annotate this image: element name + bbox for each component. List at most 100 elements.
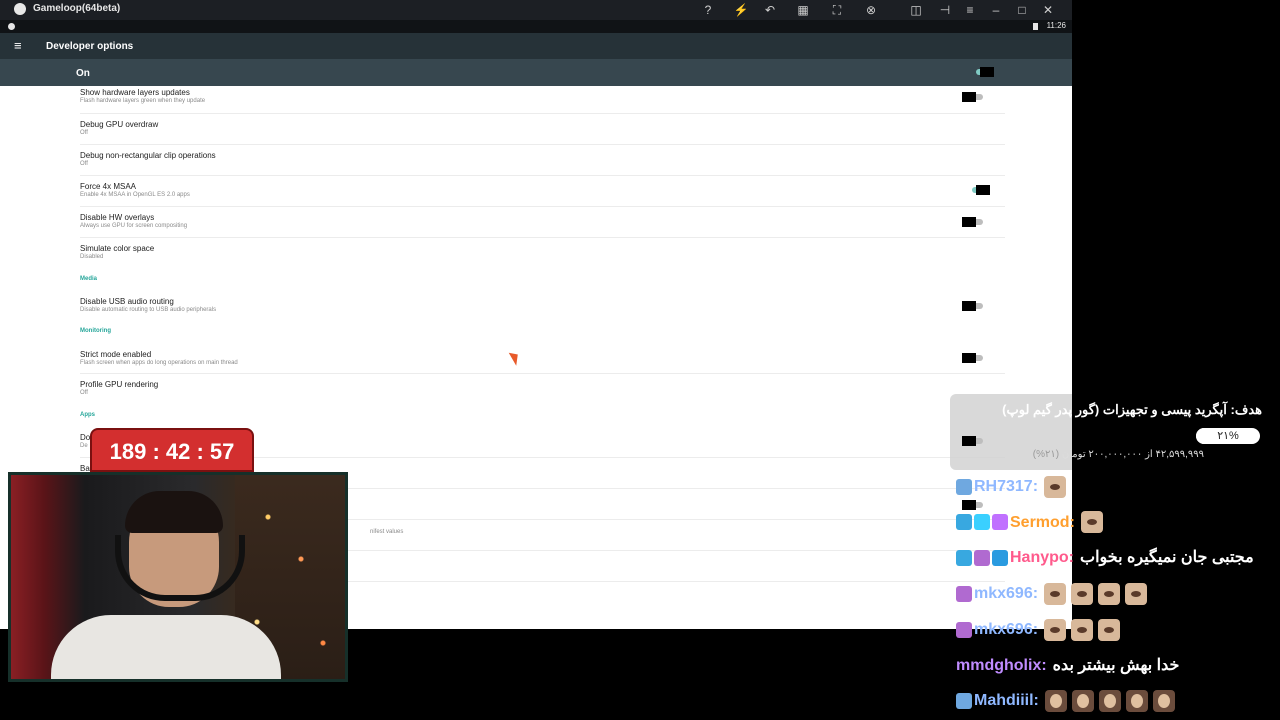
toggle-switch[interactable]: [968, 185, 990, 195]
maximize-icon[interactable]: □: [1014, 2, 1030, 18]
fullscreen-icon[interactable]: ⛶: [829, 2, 845, 18]
timer-text: 189 : 42 : 57: [100, 436, 244, 468]
page-title: Developer options: [46, 41, 134, 52]
chat-message: mkx696:: [956, 617, 1125, 643]
cat-emote-icon: [1098, 618, 1121, 641]
goal-amount: ۴۲,۵۹۹,۹۹۹ از ۲۰۰,۰۰۰,۰۰۰ تومان (۲۱%): [1033, 449, 1204, 460]
emulator-title-bar: Gameloop(64beta) ? ⚡ ↶ ▦ ⛶ ⊗ ◫ ⊣ ≡ – □ ✕: [0, 0, 1072, 20]
notification-dot-icon: [8, 23, 15, 30]
status-clock: 11:26: [1046, 21, 1066, 30]
goal-amount-percent: (۲۱%): [1032, 449, 1060, 460]
toggle-switch[interactable]: [962, 353, 984, 363]
cat-emote-icon: [1080, 511, 1103, 534]
setting-title: Debug GPU overdraw: [80, 120, 159, 129]
setting-row-debug-clip[interactable]: Debug non-rectangular clip operations Of…: [80, 145, 1005, 176]
master-toggle-switch[interactable]: [972, 67, 996, 77]
setting-subtitle: Flash hardware layers green when they up…: [80, 98, 206, 104]
setting-row-force-msaa[interactable]: Force 4x MSAA Enable 4x MSAA in OpenGL E…: [80, 176, 1005, 207]
chat-badge-icon: [974, 550, 990, 567]
category-monitoring: Monitoring: [80, 328, 111, 334]
setting-row-disable-hw-overlays[interactable]: Disable HW overlays Always use GPU for s…: [80, 207, 1005, 238]
chat-badge-icon: [992, 550, 1008, 567]
setting-title: Disable USB audio routing: [80, 297, 174, 306]
chat-badge-icon: [956, 692, 972, 709]
face-emote-icon: [1071, 689, 1094, 712]
category-media: Media: [80, 276, 98, 282]
cat-emote-icon: [1044, 582, 1067, 605]
toggle-switch: [962, 436, 984, 446]
developer-options-master-row[interactable]: On: [0, 59, 1072, 86]
setting-title: Profile GPU rendering: [80, 380, 159, 389]
help-icon[interactable]: ?: [700, 2, 716, 18]
minimize-icon[interactable]: –: [988, 2, 1004, 18]
setting-subtitle: Flash screen when apps do long operation…: [80, 360, 238, 366]
streamer-shirt: [51, 615, 281, 679]
chat-message: mkx696:: [956, 581, 1152, 607]
streamer-hair: [125, 491, 223, 533]
setting-title: Show hardware layers updates: [80, 88, 190, 97]
hamburger-menu-icon[interactable]: ≡: [14, 38, 22, 53]
back-icon[interactable]: ↶: [762, 2, 778, 18]
setting-subtitle: Always use GPU for screen compositing: [80, 223, 188, 229]
goal-amount-text: ۴۲,۵۹۹,۹۹۹ از ۲۰۰,۰۰۰,۰۰۰ تومان: [1061, 449, 1204, 460]
sidebar-icon[interactable]: ◫: [908, 2, 924, 18]
setting-subtitle: Off: [80, 390, 88, 396]
window-title: Gameloop(64beta): [33, 3, 121, 14]
chat-message: Sermod:: [956, 510, 1108, 536]
setting-title: Strict mode enabled: [80, 350, 152, 359]
toggle-switch[interactable]: [962, 217, 984, 227]
pin-icon[interactable]: ⊣: [937, 2, 953, 18]
setting-subtitle: Disabled: [80, 254, 104, 260]
chat-text: خدا بهش بیشتر بده: [1052, 656, 1180, 674]
setting-row-show-hw-layers[interactable]: Show hardware layers updates Flash hardw…: [80, 86, 1005, 114]
category-apps: Apps: [80, 412, 95, 418]
cat-emote-icon: [1098, 582, 1121, 605]
setting-row-simulate-color[interactable]: Simulate color space Disabled: [80, 238, 1005, 268]
face-emote-icon: [1098, 689, 1121, 712]
setting-title: Do: [80, 433, 91, 442]
boost-icon[interactable]: ⚡: [733, 2, 749, 18]
chat-username: mkx696:: [974, 585, 1039, 603]
battery-icon: [1033, 23, 1038, 30]
menu-icon[interactable]: ≡: [962, 2, 978, 18]
chat-badge-icon: [992, 514, 1008, 531]
setting-title: Force 4x MSAA: [80, 182, 137, 191]
close-icon[interactable]: ✕: [1040, 2, 1056, 18]
setting-subtitle-fragment: nifest values: [370, 529, 404, 535]
settings-toolbar: ≡ Developer options: [0, 33, 1072, 59]
setting-row-profile-gpu[interactable]: Profile GPU rendering Off: [80, 374, 1005, 404]
setting-subtitle: De: [80, 443, 88, 449]
chat-username: Hanypo:: [1010, 549, 1074, 567]
chat-message: RH7317:: [956, 474, 1071, 500]
cat-emote-icon: [1071, 582, 1094, 605]
setting-subtitle: Enable 4x MSAA in OpenGL ES 2.0 apps: [80, 192, 190, 198]
cat-emote-icon: [1071, 618, 1094, 641]
cat-emote-icon: [1125, 582, 1148, 605]
master-toggle-label: On: [76, 68, 90, 79]
toggle-switch[interactable]: [962, 301, 984, 311]
setting-row-usb-audio[interactable]: Disable USB audio routing Disable automa…: [80, 291, 1005, 321]
chat-badge-icon: [956, 585, 972, 602]
gameloop-logo-icon: [14, 3, 26, 15]
setting-subtitle: Off: [80, 161, 88, 167]
stream-chat: RH7317: Sermod: Hanypo: مجتبی جان نمیگیره ب…: [956, 474, 1280, 720]
webcam-overlay: [8, 472, 348, 682]
toggle-switch[interactable]: [962, 92, 984, 102]
face-emote-icon: [1125, 689, 1148, 712]
setting-row-strict-mode[interactable]: Strict mode enabled Flash screen when ap…: [80, 343, 1005, 374]
chat-badge-icon: [956, 550, 972, 567]
headset-icon: [115, 535, 245, 601]
chat-message: Hanypo: مجتبی جان نمیگیره بخواب: [956, 545, 1254, 571]
goal-progress-label: ۲۱%: [1217, 430, 1239, 442]
setting-subtitle: Off: [80, 130, 88, 136]
keyboard-icon[interactable]: ▦: [795, 2, 811, 18]
chat-badge-icon: [956, 478, 972, 495]
android-status-bar: 11:26: [0, 20, 1072, 33]
chat-username: Mahdiiil:: [974, 692, 1039, 710]
steering-icon[interactable]: ⊗: [863, 2, 879, 18]
setting-row-debug-gpu-overdraw[interactable]: Debug GPU overdraw Off: [80, 114, 1005, 145]
cat-emote-icon: [1044, 618, 1067, 641]
setting-title: Debug non-rectangular clip operations: [80, 151, 216, 160]
chat-message: mmdgholix: خدا بهش بیشتر بده: [956, 653, 1179, 679]
setting-subtitle: Disable automatic routing to USB audio p…: [80, 307, 217, 313]
